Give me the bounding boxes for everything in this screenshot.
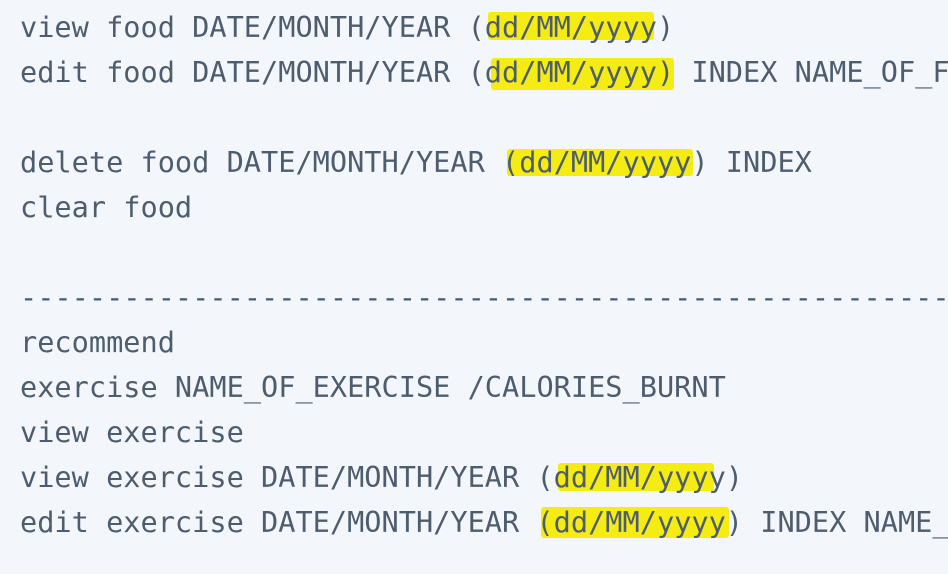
code-line: edit exercise DATE/MONTH/YEAR (dd/MM/yyy… — [20, 505, 948, 539]
code-line: view food DATE/MONTH/YEAR (dd/MM/yyyy) — [20, 10, 675, 44]
code-line: clear food — [20, 190, 193, 224]
code-line: view exercise DATE/MONTH/YEAR (dd/MM/yyy… — [20, 460, 744, 494]
code-line: delete food DATE/MONTH/YEAR (dd/MM/yyyy)… — [20, 145, 812, 179]
code-line: view exercise — [20, 415, 244, 449]
separator-line: ----------------------------------------… — [20, 280, 948, 314]
code-block: view food DATE/MONTH/YEAR (dd/MM/yyyy) e… — [0, 0, 948, 574]
code-line: edit food DATE/MONTH/YEAR (dd/MM/yyyy) I… — [20, 55, 948, 89]
code-line: exercise NAME_OF_EXERCISE /CALORIES_BURN… — [20, 370, 726, 404]
code-line: recommend — [20, 325, 175, 359]
